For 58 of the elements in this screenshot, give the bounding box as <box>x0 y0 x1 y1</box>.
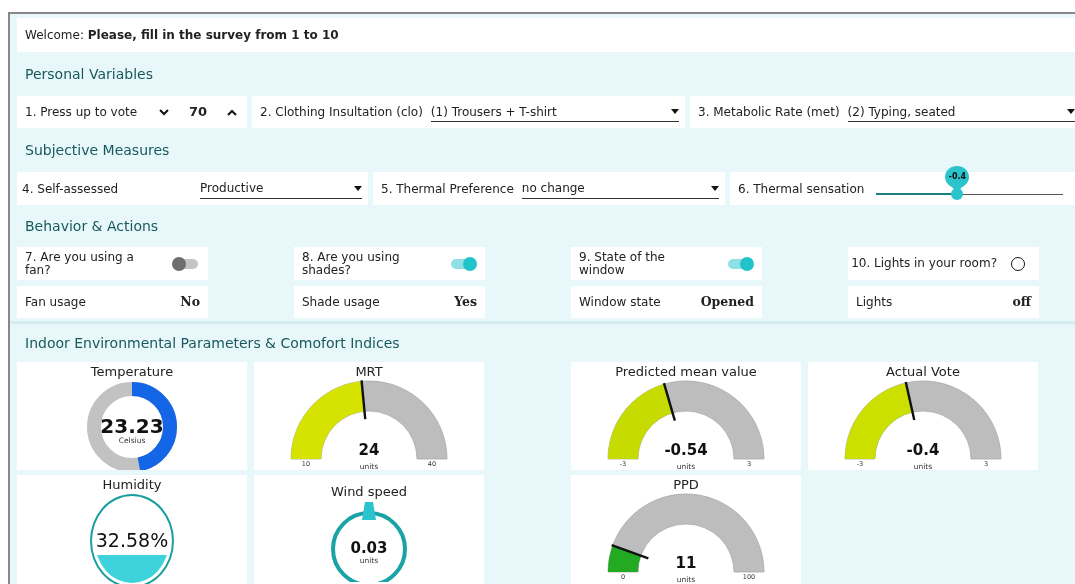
dropdown-field[interactable]: no change <box>521 178 719 199</box>
gauge-value: 23.23 <box>100 414 164 438</box>
question-label: 10. Lights in your room? <box>851 257 997 270</box>
gauge-title: PPD <box>673 477 699 493</box>
gauge-title: Wind speed <box>330 484 408 500</box>
radio-button[interactable] <box>1011 256 1025 271</box>
section-heading: Subjective Measures <box>24 140 171 160</box>
field-label: 5. Thermal Preference <box>381 180 514 198</box>
gauge-needle <box>904 381 916 421</box>
status-label: Lights <box>856 295 893 309</box>
chevron-down-icon <box>158 108 169 116</box>
gauge-value: 11 <box>675 554 697 572</box>
slider[interactable]: -0.4 <box>876 166 1063 202</box>
question-label: 9. State of the window <box>579 250 666 277</box>
vote-value: 70 <box>188 103 207 122</box>
status-label: Fan usage <box>25 295 86 309</box>
field-label: 3. Metabolic Rate (met) <box>698 104 840 121</box>
question-label: 7. Are you using a fan? <box>25 250 135 277</box>
section-heading: Personal Variables <box>24 64 154 84</box>
gauge-title: Temperature <box>90 364 174 380</box>
status-label: Shade usage <box>302 295 380 309</box>
gauge-value: -0.54 <box>664 441 708 459</box>
caret-icon[interactable] <box>671 109 679 114</box>
dropdown-field[interactable]: Productive <box>200 178 362 199</box>
dial-pointer <box>362 502 376 520</box>
toggle-switch[interactable] <box>449 255 477 272</box>
field-label: 4. Self-assessed <box>22 180 120 198</box>
gauge-value: 24 <box>358 441 380 459</box>
gauge-title: Humidity <box>102 477 162 493</box>
dropdown-field[interactable]: (2) Typing, seated <box>847 102 1075 122</box>
dropdown-field[interactable]: (1) Trousers + T-shirt <box>430 102 679 122</box>
section-heading: Behavior & Actions <box>24 216 160 236</box>
gauge-needle <box>662 382 676 421</box>
caret-icon[interactable] <box>354 185 362 191</box>
field-label: 1. Press up to vote <box>25 104 138 121</box>
field-label: 6. Thermal sensation <box>738 180 866 198</box>
toggle-switch[interactable] <box>172 255 200 272</box>
gauge-needle <box>360 380 367 420</box>
status-label: Window state <box>579 295 661 309</box>
field-label: 2. Clothing Insultation (clo) <box>260 104 423 121</box>
gauge-title: Predicted mean value <box>615 364 757 380</box>
status-value: No <box>180 295 200 309</box>
gauge-value: 0.03 <box>350 539 388 557</box>
welcome-message: Welcome: Please, fill in the survey from 1 to 10 <box>17 18 1075 52</box>
status-value: Opened <box>700 295 754 309</box>
status-value: off <box>1012 295 1031 309</box>
gauge-value: 32.58% <box>94 528 170 553</box>
status-value: Yes <box>454 295 477 309</box>
section-heading: Indoor Environmental Parameters & Comofort Indices <box>24 333 401 353</box>
gauge-needle <box>611 544 649 560</box>
chevron-up-icon <box>227 108 237 116</box>
gauge-value: -0.4 <box>906 441 940 459</box>
toggle-switch[interactable] <box>726 255 754 272</box>
question-label: 8. Are you using shades? <box>302 250 401 277</box>
caret-icon[interactable] <box>1067 109 1075 114</box>
gauge-title: Actual Vote <box>886 364 960 380</box>
caret-icon[interactable] <box>711 185 719 191</box>
gauge-title: MRT <box>355 364 383 380</box>
